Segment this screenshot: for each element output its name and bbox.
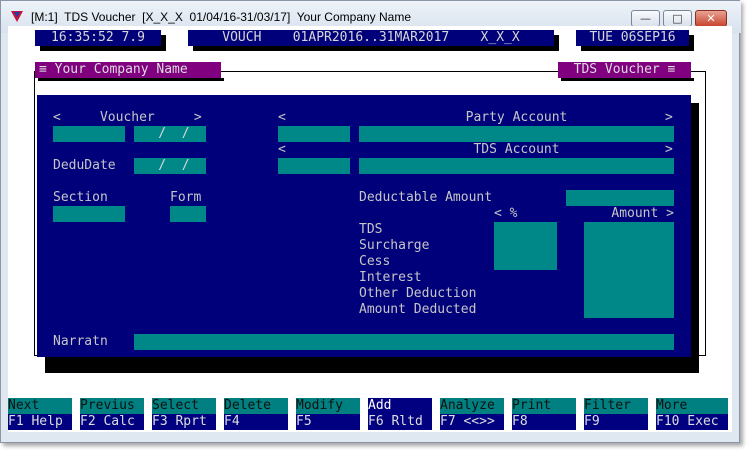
- party-account-label: Party Account: [465, 110, 568, 125]
- form-field[interactable]: [170, 206, 206, 222]
- deductable-amount-label: Deductable Amount: [359, 190, 493, 205]
- window-title: [M:1] TDS Voucher [X_X_X 01/04/16-31/03/…: [31, 10, 412, 24]
- narration-label: Narratn: [53, 334, 108, 349]
- fkey-next-action[interactable]: Next: [8, 398, 72, 414]
- row-cess-label: Cess: [359, 254, 391, 269]
- fkey-f4[interactable]: F4: [224, 414, 288, 430]
- fkey-f3-report[interactable]: F3 Rprt: [152, 414, 216, 430]
- row-surcharge-label: Surcharge: [359, 238, 430, 253]
- current-date: TUE 06SEP16: [576, 30, 689, 46]
- tds-prev-arrow[interactable]: <: [278, 142, 286, 158]
- amount-header: Amount >: [611, 206, 674, 221]
- clock-version: 16:35:52 7.9: [35, 30, 161, 46]
- party-code-field[interactable]: [278, 126, 350, 142]
- form-label: Form: [170, 190, 202, 205]
- percent-fields[interactable]: [494, 222, 557, 270]
- party-next-arrow[interactable]: >: [665, 110, 673, 126]
- fkey-f9[interactable]: F9: [584, 414, 648, 430]
- fkey-more-action[interactable]: More: [656, 398, 728, 414]
- section-field[interactable]: [53, 206, 125, 222]
- tds-next-arrow[interactable]: >: [665, 142, 673, 158]
- party-prev-arrow[interactable]: <: [278, 110, 286, 126]
- fkey-delete-action[interactable]: Delete: [224, 398, 288, 414]
- app-logo-icon[interactable]: [11, 11, 23, 22]
- row-other-deduction-label: Other Deduction: [359, 286, 477, 301]
- tds-code-field[interactable]: [278, 158, 350, 174]
- voucher-label: < Voucher >: [53, 110, 202, 125]
- voucher-number-field[interactable]: [53, 126, 125, 142]
- fkey-f8[interactable]: F8: [512, 414, 576, 430]
- fkey-print-action[interactable]: Print: [512, 398, 576, 414]
- narration-field[interactable]: [134, 334, 674, 350]
- close-button[interactable]: ✕: [695, 10, 727, 27]
- fkey-f7-scroll[interactable]: F7 <<>>: [440, 414, 504, 430]
- tab-shadow: [561, 78, 694, 81]
- percent-header: < %: [494, 206, 518, 221]
- fkey-f6-related[interactable]: F6 Rltd: [368, 414, 432, 430]
- fkey-filter-action[interactable]: Filter: [584, 398, 648, 414]
- fkey-analyze-action[interactable]: Analyze: [440, 398, 504, 414]
- form-title-tab[interactable]: TDS Voucher ≡: [558, 62, 691, 78]
- row-tds-label: TDS: [359, 222, 383, 237]
- tab-shadow: [38, 78, 224, 81]
- deductable-amount-field[interactable]: [566, 190, 674, 206]
- fkey-previous-action[interactable]: Previus: [80, 398, 144, 414]
- row-amount-deducted-label: Amount Deducted: [359, 302, 477, 317]
- fkey-f5[interactable]: F5: [296, 414, 360, 430]
- fkey-f1-help[interactable]: F1 Help: [8, 414, 72, 430]
- party-name-field[interactable]: [359, 126, 674, 142]
- company-tab[interactable]: ≡ Your Company Name: [35, 62, 221, 78]
- maximize-button[interactable]: □: [663, 10, 692, 27]
- amount-fields[interactable]: [584, 222, 674, 318]
- tds-account-label: TDS Account: [473, 142, 560, 157]
- row-interest-label: Interest: [359, 270, 422, 285]
- dedudate-field[interactable]: / /: [134, 158, 206, 174]
- dedudate-label: DeduDate: [53, 158, 116, 173]
- fkey-select-action[interactable]: Select: [152, 398, 216, 414]
- fkey-add-action[interactable]: Add: [368, 398, 432, 414]
- fkey-f2-calc[interactable]: F2 Calc: [80, 414, 144, 430]
- mode-period: VOUCH 01APR2016..31MAR2017 X_X_X: [188, 30, 554, 46]
- fkey-modify-action[interactable]: Modify: [296, 398, 360, 414]
- minimize-button[interactable]: —: [631, 10, 660, 27]
- tds-name-field[interactable]: [359, 158, 674, 174]
- voucher-date-field[interactable]: / /: [134, 126, 206, 142]
- section-label: Section: [53, 190, 108, 205]
- fkey-f10-exec[interactable]: F10 Exec: [656, 414, 728, 430]
